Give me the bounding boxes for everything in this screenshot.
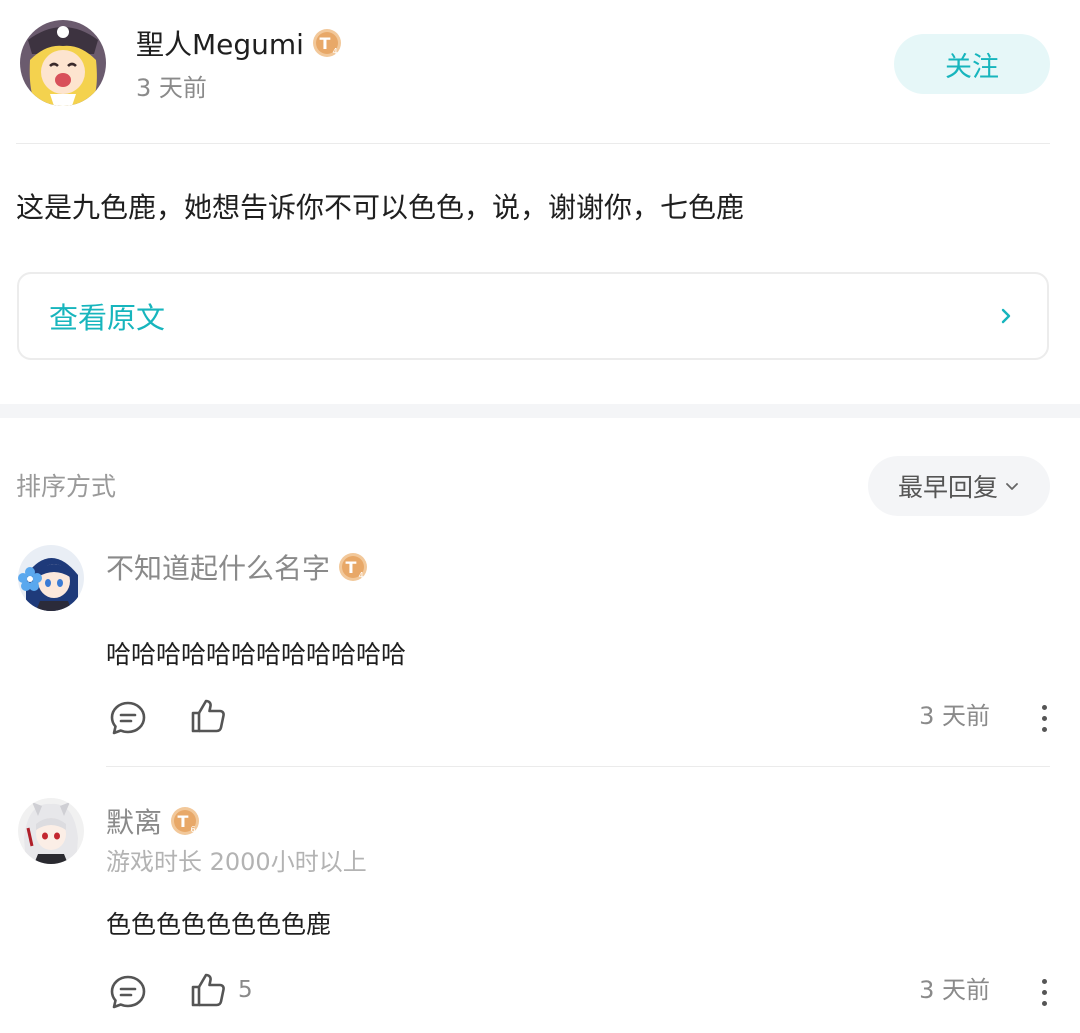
commenter-name-row[interactable]: 默离 T 6 <box>106 804 200 842</box>
svg-text:4: 4 <box>332 47 337 56</box>
like-button[interactable] <box>188 696 238 736</box>
svg-text:6: 6 <box>190 825 195 834</box>
more-vertical-icon[interactable] <box>1032 698 1056 738</box>
view-original-label: 查看原文 <box>49 301 166 335</box>
follow-button[interactable]: 关注 <box>894 34 1050 94</box>
commenter-name-row[interactable]: 不知道起什么名字 T 4 <box>106 550 368 588</box>
commenter-playtime: 游戏时长 2000小时以上 <box>106 848 367 876</box>
sort-selected: 最早回复 <box>897 473 998 502</box>
author-name[interactable]: 聖人Megumi <box>136 28 304 61</box>
level-badge-icon: T 4 <box>339 553 368 581</box>
comment-bubble-icon[interactable] <box>108 972 148 1012</box>
commenter-name[interactable]: 不知道起什么名字 <box>106 552 330 585</box>
comment-time: 3 天前 <box>919 976 990 1004</box>
thumbs-up-icon <box>191 699 225 733</box>
comment-actions: 5 3 天前 <box>106 970 1056 1014</box>
chevron-down-icon <box>1006 483 1018 490</box>
comment-actions: 3 天前 <box>106 696 1056 740</box>
commenter-name[interactable]: 默离 <box>106 806 162 839</box>
post-content: 这是九色鹿，她想告诉你不可以色色，说，谢谢你，七色鹿 <box>16 191 745 224</box>
sort-dropdown[interactable]: 最早回复 <box>868 456 1050 516</box>
post-header: 聖人Megumi T 4 3 天前 关注 <box>0 0 1080 144</box>
divider <box>106 766 1050 767</box>
level-badge-icon: T 6 <box>171 807 200 835</box>
svg-text:T: T <box>346 558 357 577</box>
comment-item: 不知道起什么名字 T 4 哈哈哈哈哈哈哈哈哈哈哈哈 3 天前 <box>0 540 1080 768</box>
comment-bubble-icon[interactable] <box>108 698 148 738</box>
divider <box>16 143 1050 144</box>
svg-text:T: T <box>320 34 331 53</box>
like-count: 5 <box>238 977 253 1003</box>
svg-text:4: 4 <box>358 571 363 580</box>
thumbs-up-icon <box>191 973 225 1007</box>
more-vertical-icon[interactable] <box>1032 972 1056 1012</box>
svg-text:T: T <box>178 812 189 831</box>
view-original-button[interactable]: 查看原文 <box>17 272 1049 360</box>
comment-item: 默离 T 6 游戏时长 2000小时以上 色色色色色色色色鹿 5 3 天前 <box>0 790 1080 1033</box>
section-separator <box>0 404 1080 418</box>
chevron-right-icon <box>1001 308 1011 324</box>
commenter-avatar[interactable] <box>18 545 84 611</box>
comment-text: 哈哈哈哈哈哈哈哈哈哈哈哈 <box>106 640 407 669</box>
comment-text: 色色色色色色色色鹿 <box>106 910 332 939</box>
author-avatar[interactable] <box>20 20 106 106</box>
author-name-row[interactable]: 聖人Megumi T 4 <box>136 26 342 64</box>
level-badge-icon: T 4 <box>312 29 341 57</box>
post-time: 3 天前 <box>136 74 207 102</box>
sort-label: 排序方式 <box>16 472 117 501</box>
commenter-avatar[interactable] <box>18 798 84 864</box>
comment-time: 3 天前 <box>919 702 990 730</box>
like-button[interactable]: 5 <box>188 970 253 1010</box>
